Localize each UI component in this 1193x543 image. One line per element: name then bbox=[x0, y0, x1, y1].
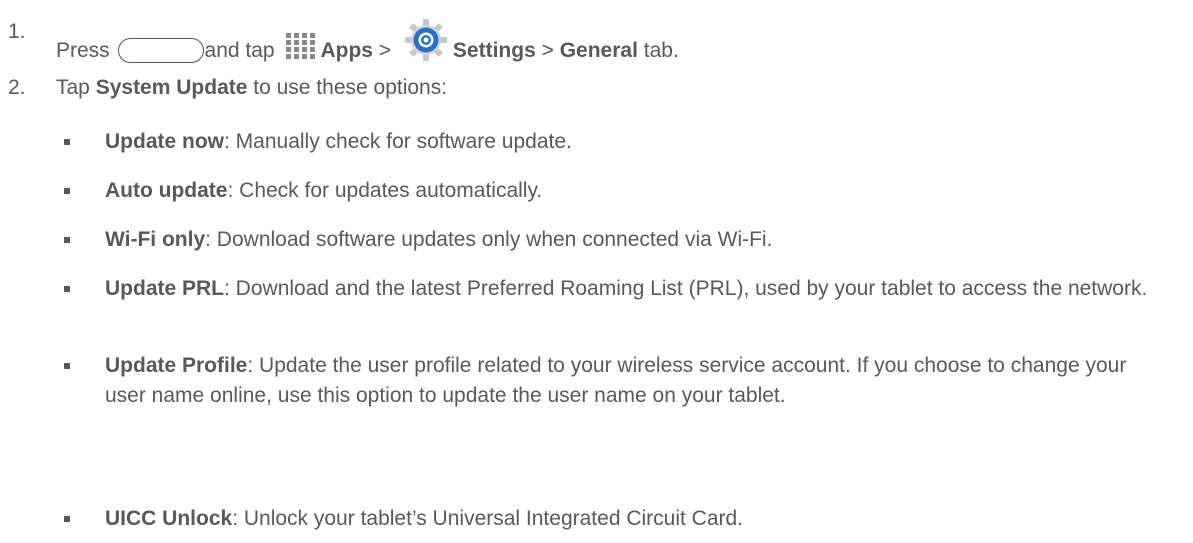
step-text-tap: Tap bbox=[56, 76, 90, 99]
step-text-press: Press bbox=[56, 39, 110, 62]
bullet-marker bbox=[64, 139, 70, 145]
step-text-sep-1: > bbox=[378, 39, 392, 62]
option-label: Auto update bbox=[105, 179, 228, 202]
bullet-marker bbox=[64, 363, 70, 369]
option-text: Update now: Manually check for software … bbox=[105, 127, 1185, 157]
option-description: : Update the user profile related to you… bbox=[105, 354, 1127, 407]
step-text-and-tap: and tap bbox=[204, 39, 275, 62]
home-button-icon bbox=[117, 38, 204, 63]
option-label: Update PRL bbox=[105, 277, 225, 300]
option-text: Update PRL: Download and the latest Pref… bbox=[105, 274, 1165, 304]
step-text-tab: tab. bbox=[643, 39, 679, 62]
option-label: UICC Unlock bbox=[105, 507, 233, 530]
option-label: Update Profile bbox=[105, 354, 248, 377]
option-label: Update now bbox=[105, 130, 224, 153]
option-text: Update Profile: Update the user profile … bbox=[105, 351, 1165, 411]
bullet-marker bbox=[64, 286, 70, 292]
apps-grid-icon bbox=[286, 33, 316, 59]
option-description: : Check for updates automatically. bbox=[227, 179, 543, 202]
step-number: 2. bbox=[8, 76, 26, 99]
step-text-system-update: System Update bbox=[95, 76, 248, 99]
step-2-text: Tap System Update to use these options: bbox=[56, 73, 447, 103]
option-description: : Unlock your tablet’s Universal Integra… bbox=[232, 507, 744, 530]
bullet-marker bbox=[64, 237, 70, 243]
step-text-apps: Apps bbox=[320, 39, 373, 62]
bullet-marker bbox=[64, 516, 70, 522]
step-text-settings: Settings bbox=[452, 39, 536, 62]
option-text: Wi-Fi only: Download software updates on… bbox=[105, 225, 1185, 255]
step-text-general: General bbox=[559, 39, 638, 62]
step-1-text: Press and tap Apps > Settings > General … bbox=[56, 17, 679, 66]
option-text: Auto update: Check for updates automatic… bbox=[105, 176, 1185, 206]
option-label: Wi-Fi only bbox=[105, 228, 206, 251]
option-description: : Download software updates only when co… bbox=[205, 228, 773, 251]
step-number: 1. bbox=[8, 20, 26, 43]
step-text-sep-2: > bbox=[541, 39, 554, 62]
bullet-marker bbox=[64, 188, 70, 194]
option-description: : Download and the latest Preferred Roam… bbox=[224, 277, 1148, 300]
settings-gear-icon bbox=[404, 19, 447, 61]
step-text-rest: to use these options: bbox=[253, 76, 448, 99]
option-description: : Manually check for software update. bbox=[224, 130, 572, 153]
option-text: UICC Unlock: Unlock your tablet’s Univer… bbox=[105, 504, 1185, 534]
